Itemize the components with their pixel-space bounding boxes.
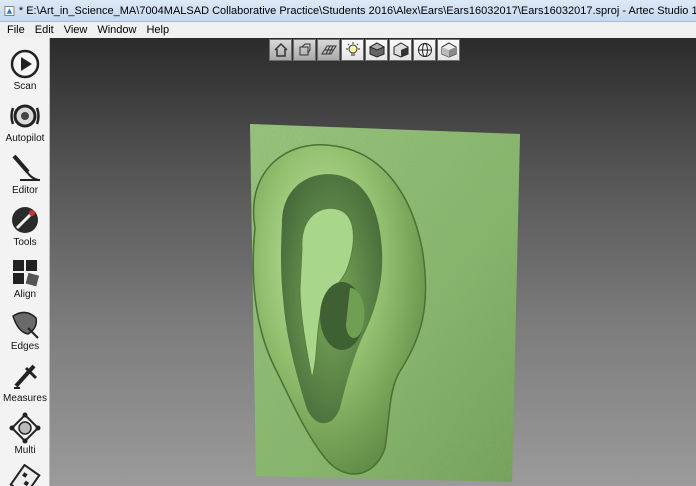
menu-view[interactable]: View (59, 24, 93, 36)
tool-label-multi: Multi (14, 445, 36, 456)
align-icon (13, 260, 40, 287)
tool-autopilot[interactable]: Autopilot (0, 94, 50, 146)
tool-align[interactable]: Align (0, 250, 50, 302)
view-toolbar (269, 39, 460, 61)
tool-tools[interactable]: Tools (0, 198, 50, 250)
view-fit-button[interactable] (293, 39, 316, 61)
tools-icon (12, 207, 38, 233)
ear-scan-model[interactable] (50, 38, 696, 486)
view-home-button[interactable] (269, 39, 292, 61)
menu-help[interactable]: Help (141, 24, 174, 36)
title-bar[interactable]: * E:\Art_in_Science_MA\7004MALSAD Collab… (0, 0, 696, 22)
menu-file[interactable]: File (2, 24, 30, 36)
solid-cube-icon (368, 42, 385, 58)
grid-icon (320, 45, 337, 55)
view-texture-button[interactable] (437, 39, 460, 61)
textures-icon (9, 464, 41, 486)
fit-view-icon (299, 43, 310, 56)
tool-edges[interactable]: Edges (0, 302, 50, 354)
menu-edit[interactable]: Edit (30, 24, 59, 36)
multi-icon (9, 412, 41, 444)
left-toolbar: Scan Autopilot Editor Tools Align Edges … (0, 38, 50, 486)
autopilot-icon (10, 104, 40, 128)
tool-textures[interactable] (0, 458, 50, 486)
tool-label-measures: Measures (3, 393, 47, 404)
tool-label-align: Align (13, 289, 37, 300)
play-icon (10, 49, 40, 79)
window-title: * E:\Art_in_Science_MA\7004MALSAD Collab… (18, 4, 696, 17)
menu-window[interactable]: Window (92, 24, 141, 36)
eraser-icon (12, 154, 40, 181)
home-icon (273, 42, 288, 57)
tool-scan[interactable]: Scan (0, 42, 50, 94)
edges-icon (12, 311, 39, 339)
caliper-icon (14, 364, 38, 389)
3d-viewport[interactable] (50, 38, 696, 486)
textured-cube-icon (441, 42, 456, 58)
tool-editor[interactable]: Editor (0, 146, 50, 198)
view-solid-button[interactable] (365, 39, 388, 61)
light-bulb-icon (345, 42, 360, 56)
tool-label-edges: Edges (10, 341, 40, 352)
view-shaded-button[interactable] (389, 39, 412, 61)
shaded-cube-icon (393, 42, 408, 58)
tool-label-autopilot: Autopilot (5, 133, 45, 144)
tool-multi[interactable]: Multi (0, 406, 50, 458)
tool-label-scan: Scan (13, 81, 37, 92)
menu-bar: File Edit View Window Help (0, 22, 696, 38)
tool-label-tools: Tools (13, 237, 37, 248)
view-light-button[interactable] (341, 39, 364, 61)
tool-label-editor: Editor (11, 185, 39, 196)
view-sphere-button[interactable] (413, 39, 436, 61)
sphere-icon (417, 43, 432, 57)
tool-measures[interactable]: Measures (0, 354, 50, 406)
view-grid-button[interactable] (317, 39, 340, 61)
app-icon (4, 5, 15, 16)
